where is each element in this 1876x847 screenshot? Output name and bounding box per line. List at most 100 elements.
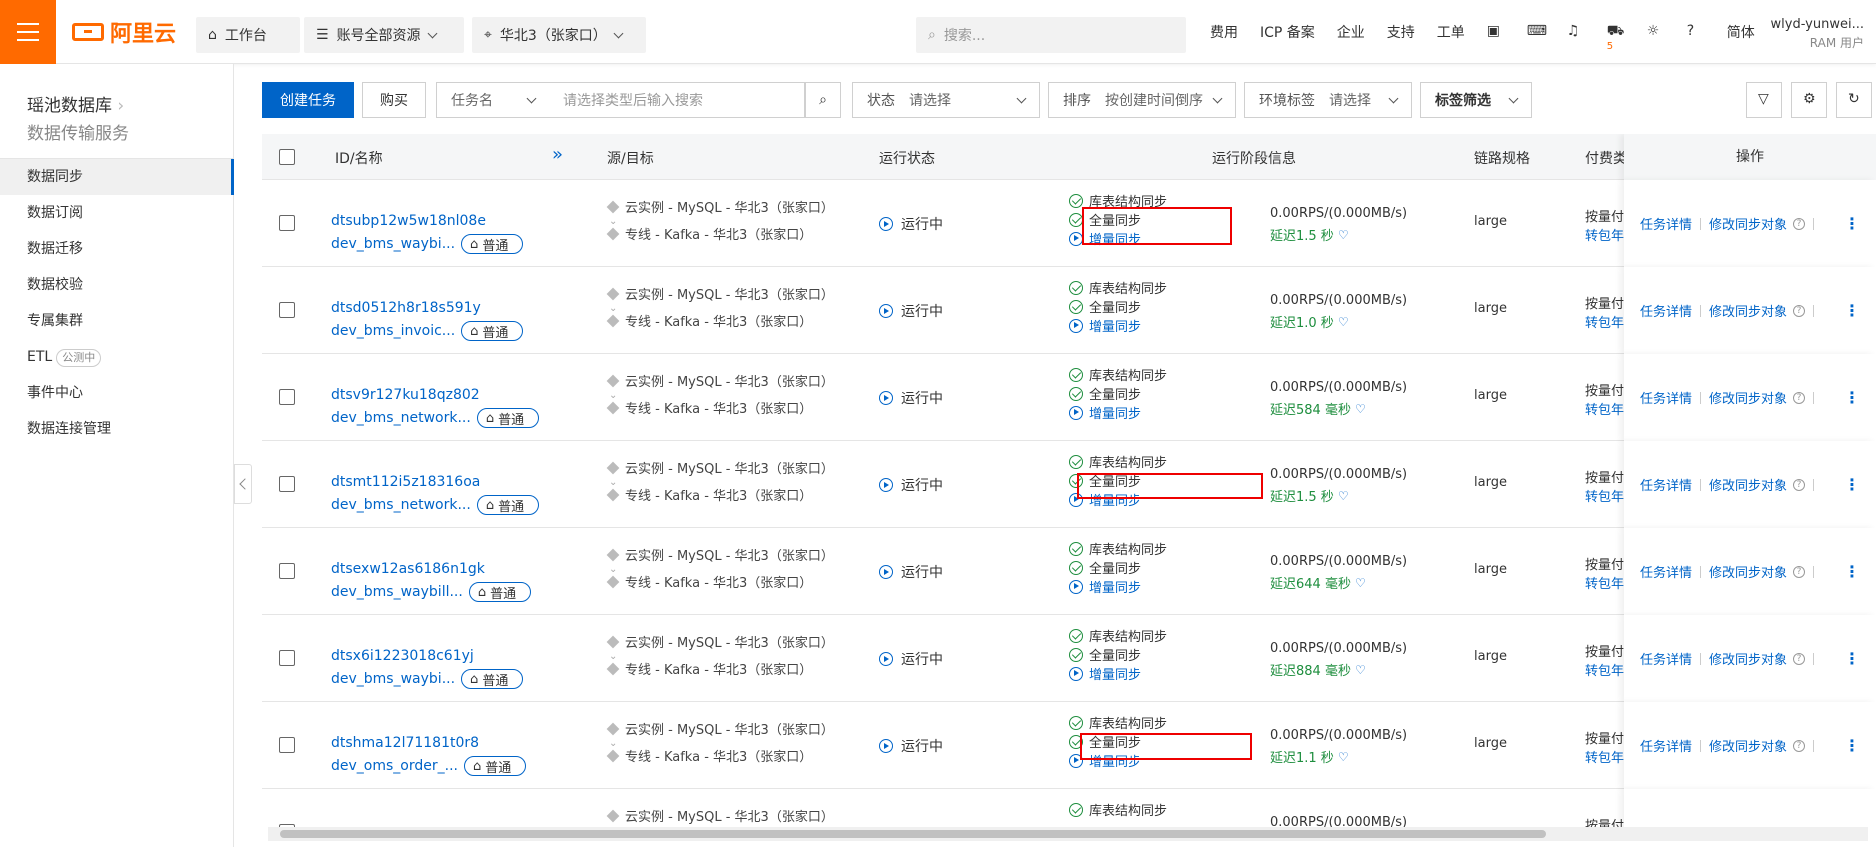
sidebar-collapse-button[interactable] [234, 464, 252, 504]
lightbulb-icon[interactable]: ☼ [1647, 23, 1665, 41]
task-id-link[interactable]: dtsubp12w5w18nl08e [331, 213, 486, 229]
stage-incremental-sync[interactable]: 增量同步 [1069, 403, 1141, 422]
task-id-link[interactable]: dtsexw12as6186n1gk [331, 561, 485, 577]
convert-subscription-link[interactable]: 转包年 [1585, 660, 1624, 679]
search-submit-button[interactable]: ⌕ [805, 82, 841, 118]
env-tag-filter[interactable]: 环境标签 请选择 [1244, 82, 1412, 118]
user-menu[interactable]: wlyd-yunwei... RAM 用户 [1771, 16, 1864, 52]
modify-sync-objects-link[interactable]: 修改同步对象 [1709, 388, 1787, 407]
row-checkbox[interactable] [279, 476, 295, 492]
stage-incremental-sync[interactable]: 增量同步 [1069, 577, 1141, 596]
convert-subscription-link[interactable]: 转包年 [1585, 225, 1624, 244]
sidebar-item-data-validation[interactable]: 数据校验 [0, 267, 234, 303]
task-search-input[interactable]: 请选择类型后输入搜索 [549, 82, 805, 118]
task-tag[interactable]: ⌂ 普通 [461, 669, 524, 689]
language-switch[interactable]: 简体 [1727, 22, 1755, 42]
row-checkbox[interactable] [279, 650, 295, 666]
top-link-billing[interactable]: 费用 [1210, 22, 1238, 42]
row-checkbox[interactable] [279, 563, 295, 579]
status-filter[interactable]: 状态 请选择 [852, 82, 1040, 118]
row-checkbox[interactable] [279, 389, 295, 405]
workbench-button[interactable]: ⌂ 工作台 [196, 17, 300, 53]
task-detail-link[interactable]: 任务详情 [1640, 301, 1692, 320]
sidebar-item-data-sync[interactable]: 数据同步 [0, 159, 234, 195]
convert-subscription-link[interactable]: 转包年 [1585, 399, 1624, 418]
sidebar-item-etl[interactable]: ETL 公测中 [0, 339, 234, 375]
stage-incremental-sync[interactable]: 增量同步 [1069, 664, 1141, 683]
help-icon[interactable]: ? [1793, 478, 1806, 491]
top-link-ticket[interactable]: 工单 [1437, 22, 1465, 42]
heartbeat-icon[interactable]: ♡ [1355, 576, 1366, 590]
expand-columns-icon[interactable]: » [552, 144, 563, 165]
help-icon[interactable]: ? [1793, 652, 1806, 665]
select-all-checkbox[interactable] [279, 149, 295, 165]
more-actions-icon[interactable]: ⋮ [1844, 388, 1860, 407]
task-tag[interactable]: ⌂ 普通 [476, 408, 540, 428]
task-name-link[interactable]: dev_oms_order_... [331, 758, 458, 774]
tag-filter-button[interactable]: 标签筛选 [1420, 82, 1532, 118]
modify-sync-objects-link[interactable]: 修改同步对象 [1709, 475, 1787, 494]
more-actions-icon[interactable]: ⋮ [1844, 736, 1860, 755]
heartbeat-icon[interactable]: ♡ [1338, 315, 1349, 329]
help-icon[interactable]: ? [1793, 739, 1806, 752]
convert-subscription-link[interactable]: 转包年 [1585, 486, 1624, 505]
help-icon[interactable]: ? [1793, 391, 1806, 404]
task-name-link[interactable]: dev_bms_waybill... [331, 584, 463, 600]
modify-sync-objects-link[interactable]: 修改同步对象 [1709, 562, 1787, 581]
modify-sync-objects-link[interactable]: 修改同步对象 [1709, 736, 1787, 755]
task-id-link[interactable]: dtsmt112i5z18316oa [331, 474, 480, 490]
top-link-icp[interactable]: ICP 备案 [1260, 22, 1315, 42]
refresh-icon-button[interactable]: ↻ [1836, 82, 1872, 118]
sort-select[interactable]: 排序 按创建时间倒序 [1048, 82, 1236, 118]
brand-logo[interactable]: 阿里云 [72, 18, 176, 47]
row-checkbox[interactable] [279, 215, 295, 231]
task-id-link[interactable]: dtsd0512h8r18s591y [331, 300, 481, 316]
task-name-link[interactable]: dev_bms_network... [331, 410, 471, 426]
task-id-link[interactable]: dtsx6i1223018c61yj [331, 648, 474, 664]
stage-incremental-sync[interactable]: 增量同步 [1069, 316, 1141, 335]
help-icon[interactable]: ? [1687, 23, 1705, 41]
terminal-icon[interactable]: ⌨ [1527, 23, 1547, 41]
sidebar-item-connection-management[interactable]: 数据连接管理 [0, 411, 234, 447]
horizontal-scrollbar[interactable] [268, 827, 1868, 841]
task-id-link[interactable]: dtsv9r127ku18qz802 [331, 387, 480, 403]
resource-scope-dropdown[interactable]: ☰ 账号全部资源 [304, 17, 464, 53]
row-checkbox[interactable] [279, 302, 295, 318]
task-name-link[interactable]: dev_bms_network... [331, 497, 471, 513]
task-detail-link[interactable]: 任务详情 [1640, 388, 1692, 407]
more-actions-icon[interactable]: ⋮ [1844, 475, 1860, 494]
help-icon[interactable]: ? [1793, 565, 1806, 578]
task-tag[interactable]: ⌂ 普通 [463, 756, 527, 776]
task-name-link[interactable]: dev_bms_waybi... [331, 671, 455, 687]
top-link-support[interactable]: 支持 [1387, 22, 1415, 42]
document-icon[interactable]: ▣ [1487, 23, 1505, 41]
task-detail-link[interactable]: 任务详情 [1640, 562, 1692, 581]
help-icon[interactable]: ? [1793, 217, 1806, 230]
sidebar-item-dedicated-cluster[interactable]: 专属集群 [0, 303, 234, 339]
top-link-enterprise[interactable]: 企业 [1337, 22, 1365, 42]
more-actions-icon[interactable]: ⋮ [1844, 649, 1860, 668]
search-type-select[interactable]: 任务名 [436, 82, 550, 118]
task-detail-link[interactable]: 任务详情 [1640, 736, 1692, 755]
heartbeat-icon[interactable]: ♡ [1355, 663, 1366, 677]
modify-sync-objects-link[interactable]: 修改同步对象 [1709, 301, 1787, 320]
create-task-button[interactable]: 创建任务 [262, 82, 354, 118]
sidebar-item-data-migration[interactable]: 数据迁移 [0, 231, 234, 267]
global-search-input[interactable]: ⌕ 搜索... [916, 17, 1186, 53]
product-title[interactable]: 瑶池数据库 › [27, 91, 124, 116]
row-checkbox[interactable] [279, 737, 295, 753]
modify-sync-objects-link[interactable]: 修改同步对象 [1709, 214, 1787, 233]
scrollbar-thumb[interactable] [280, 830, 1546, 838]
help-icon[interactable]: ? [1793, 304, 1806, 317]
task-detail-link[interactable]: 任务详情 [1640, 214, 1692, 233]
task-detail-link[interactable]: 任务详情 [1640, 475, 1692, 494]
heartbeat-icon[interactable]: ♡ [1338, 750, 1349, 764]
buy-button[interactable]: 购买 [362, 82, 426, 118]
modify-sync-objects-link[interactable]: 修改同步对象 [1709, 649, 1787, 668]
heartbeat-icon[interactable]: ♡ [1355, 402, 1366, 416]
filter-icon-button[interactable]: ▽ [1746, 82, 1782, 118]
bell-icon[interactable]: ♫ [1567, 23, 1585, 41]
task-tag[interactable]: ⌂ 普通 [476, 495, 540, 515]
sidebar-item-data-subscribe[interactable]: 数据订阅 [0, 195, 234, 231]
region-dropdown[interactable]: ⌖ 华北3（张家口） [472, 17, 646, 53]
